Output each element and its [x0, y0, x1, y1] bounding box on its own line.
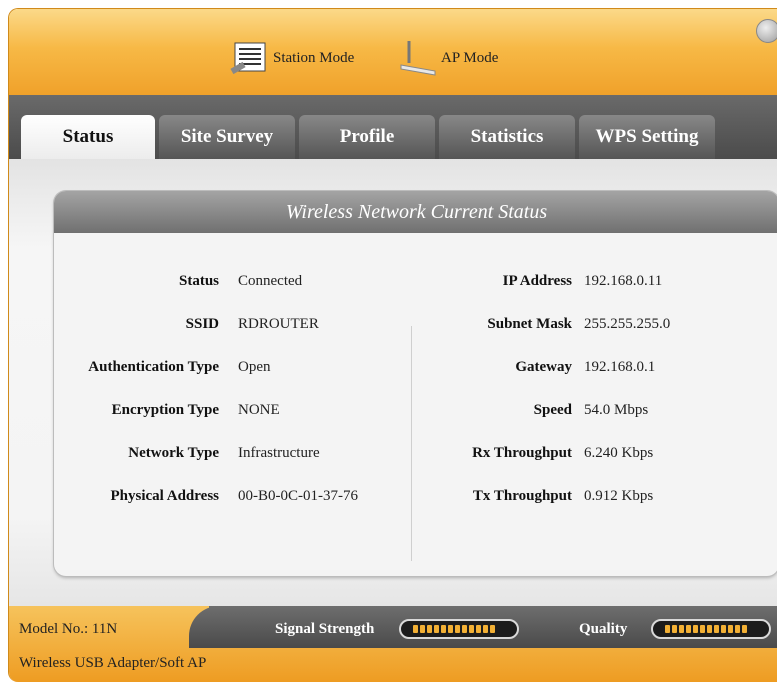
rx-throughput-label: Rx Throughput — [472, 445, 572, 461]
tx-throughput-value: 0.912 Kbps — [584, 488, 654, 504]
subnet-mask-label: Subnet Mask — [487, 316, 572, 332]
network-type-label: Network Type — [128, 445, 219, 461]
ssid-value: RDROUTER — [238, 316, 319, 332]
signal-strength-meter — [399, 619, 519, 639]
quality-label: Quality — [579, 621, 628, 637]
status-label: Status — [178, 273, 219, 289]
signal-strength-segment — [434, 625, 439, 633]
signal-strength-segment — [462, 625, 467, 633]
signal-strength-segment — [469, 625, 474, 633]
gateway-label: Gateway — [515, 359, 572, 375]
signal-strength-label: Signal Strength — [275, 621, 375, 637]
quality-segment — [700, 625, 705, 633]
app-window: Station Mode AP Mode Status Site Survey … — [8, 8, 777, 682]
speed-value: 54.0 Mbps — [584, 402, 649, 418]
tx-throughput-label: Tx Throughput — [472, 488, 572, 504]
tab-status-label: Status — [62, 126, 114, 147]
signal-strength-segment — [476, 625, 481, 633]
wireless-adapter-icon — [227, 39, 273, 77]
tab-wps-setting[interactable]: WPS Setting — [579, 115, 715, 159]
tab-site-survey[interactable]: Site Survey — [159, 115, 295, 159]
tab-wps-setting-label: WPS Setting — [595, 126, 699, 147]
ssid-label: SSID — [185, 316, 219, 332]
physical-address-value: 00-B0-0C-01-37-76 — [238, 488, 358, 504]
mode-bar: Station Mode AP Mode — [9, 9, 777, 95]
ap-mode-label: AP Mode — [441, 49, 499, 66]
quality-segment — [714, 625, 719, 633]
quality-segment — [735, 625, 740, 633]
signal-strength-segment — [420, 625, 425, 633]
quality-segment — [679, 625, 684, 633]
quality-segment — [693, 625, 698, 633]
physical-address-label: Physical Address — [110, 488, 220, 504]
tab-profile-label: Profile — [339, 126, 395, 147]
panel-title: Wireless Network Current Status — [54, 191, 777, 233]
status-panel: Wireless Network Current Status Status C… — [54, 191, 777, 576]
quality-segment — [686, 625, 691, 633]
quality-segment — [721, 625, 726, 633]
gateway-value: 192.168.0.1 — [584, 359, 656, 375]
quality-segment — [728, 625, 733, 633]
signal-strength-segment — [413, 625, 418, 633]
tab-status[interactable]: Status — [21, 115, 155, 159]
ip-address-label: IP Address — [502, 273, 572, 289]
auth-type-value: Open — [238, 359, 271, 375]
quality-segment — [672, 625, 677, 633]
signal-strength-segment — [490, 625, 495, 633]
access-point-icon — [395, 39, 441, 77]
quality-meter — [651, 619, 771, 639]
model-number: Model No.: 11N — [19, 621, 118, 637]
status-value: Connected — [238, 273, 303, 289]
rx-throughput-value: 6.240 Kbps — [584, 445, 654, 461]
tab-statistics-label: Statistics — [470, 126, 544, 147]
close-icon[interactable] — [756, 19, 777, 43]
signal-strength-segment — [441, 625, 446, 633]
tab-site-survey-label: Site Survey — [180, 126, 274, 147]
speed-label: Speed — [533, 402, 572, 418]
signal-strength-segment — [448, 625, 453, 633]
ap-mode-button[interactable]: AP Mode — [395, 39, 498, 77]
network-type-value: Infrastructure — [238, 445, 320, 461]
ip-address-value: 192.168.0.11 — [584, 273, 663, 289]
signal-strength-segment — [455, 625, 460, 633]
station-mode-label: Station Mode — [273, 49, 355, 66]
signal-strength-segment — [427, 625, 432, 633]
quality-segment — [665, 625, 670, 633]
quality-segment — [742, 625, 747, 633]
column-divider — [411, 326, 412, 561]
station-mode-button[interactable]: Station Mode — [227, 39, 354, 77]
tab-profile[interactable]: Profile — [299, 115, 435, 159]
product-name: Wireless USB Adapter/Soft AP — [19, 655, 207, 671]
quality-segment — [707, 625, 712, 633]
signal-strength-segment — [483, 625, 488, 633]
tab-statistics[interactable]: Statistics — [439, 115, 575, 159]
subnet-mask-value: 255.255.255.0 — [584, 316, 671, 332]
auth-type-label: Authentication Type — [88, 359, 219, 375]
encryption-type-label: Encryption Type — [111, 402, 219, 418]
encryption-type-value: NONE — [238, 402, 280, 418]
